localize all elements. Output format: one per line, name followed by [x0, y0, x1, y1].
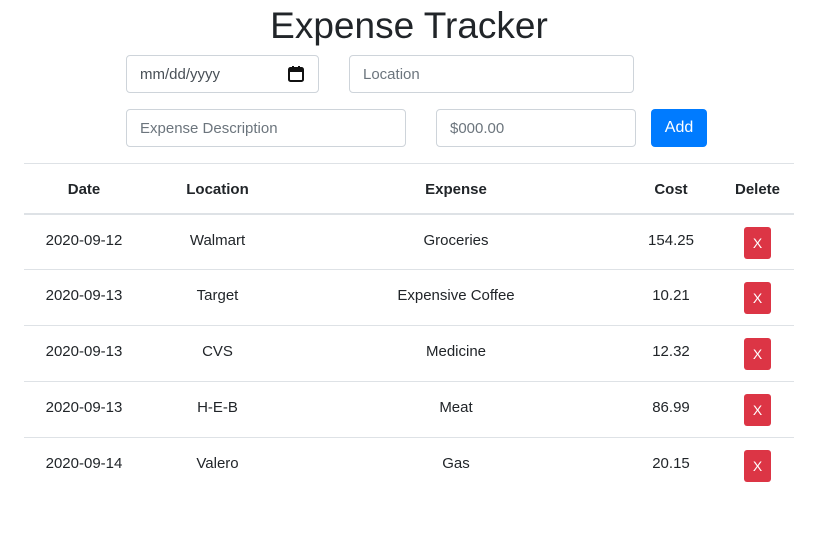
calendar-icon[interactable]	[287, 65, 305, 83]
cost-input[interactable]	[450, 119, 622, 137]
cell-expense: Groceries	[423, 231, 489, 249]
cell-location: Walmart	[189, 231, 246, 249]
description-field[interactable]	[126, 109, 406, 147]
delete-button[interactable]: X	[744, 226, 771, 259]
cell-delete: X	[721, 214, 794, 270]
table-row: 2020-09-13 Target Expensive Coffee 10.21…	[24, 270, 794, 326]
cell-expense: Medicine	[425, 343, 487, 360]
delete-button[interactable]: X	[744, 450, 771, 482]
table-row: 2020-09-14 Valero Gas 20.15 X	[24, 438, 794, 494]
cell-cost: 10.21	[652, 287, 690, 304]
cell-location: Target	[196, 287, 239, 304]
cell-delete: X	[721, 382, 794, 438]
delete-button[interactable]: X	[744, 282, 771, 314]
description-input[interactable]	[140, 119, 392, 137]
add-button[interactable]: Add	[651, 109, 707, 147]
header-cost: Cost	[654, 181, 688, 198]
location-field[interactable]	[349, 55, 634, 93]
header-date: Date	[67, 181, 101, 198]
cell-location: CVS	[202, 343, 233, 360]
delete-button[interactable]: X	[744, 394, 771, 426]
cell-expense: Expensive Coffee	[397, 287, 515, 304]
cell-delete: X	[721, 270, 794, 326]
page-title: Expense Tracker	[270, 5, 548, 46]
header-delete: Delete	[734, 181, 781, 198]
header-location: Location	[186, 181, 249, 198]
cell-date: 2020-09-12	[45, 231, 123, 249]
cell-location: H-E-B	[197, 399, 238, 416]
date-input[interactable]: mm/dd/yyyy	[126, 55, 319, 93]
cell-date: 2020-09-14	[45, 455, 123, 472]
header-expense: Expense	[425, 181, 487, 198]
table-header-row: Date Location Expense Cost Delete	[24, 163, 794, 214]
cell-delete: X	[721, 438, 794, 494]
location-input[interactable]	[363, 65, 620, 83]
delete-button[interactable]: X	[744, 338, 771, 370]
cell-location: Valero	[196, 455, 239, 472]
cell-cost: 86.99	[652, 399, 690, 416]
table-row: 2020-09-12 Walmart Groceries 154.25 X	[24, 214, 794, 270]
date-placeholder: mm/dd/yyyy	[140, 65, 221, 83]
cell-cost: 20.15	[652, 455, 690, 472]
cell-date: 2020-09-13	[45, 287, 123, 304]
cost-field[interactable]	[436, 109, 636, 147]
cell-cost: 154.25	[648, 231, 694, 249]
cell-expense: Meat	[439, 399, 473, 416]
cell-date: 2020-09-13	[45, 399, 123, 416]
table-row: 2020-09-13 CVS Medicine 12.32 X	[24, 326, 794, 382]
table-row: 2020-09-13 H-E-B Meat 86.99 X	[24, 382, 794, 438]
cell-date: 2020-09-13	[45, 343, 123, 360]
expense-table: Date Location Expense Cost Delete 2020-0…	[24, 163, 794, 494]
cell-expense: Gas	[442, 455, 470, 472]
cell-delete: X	[721, 326, 794, 382]
cell-cost: 12.32	[652, 343, 690, 360]
